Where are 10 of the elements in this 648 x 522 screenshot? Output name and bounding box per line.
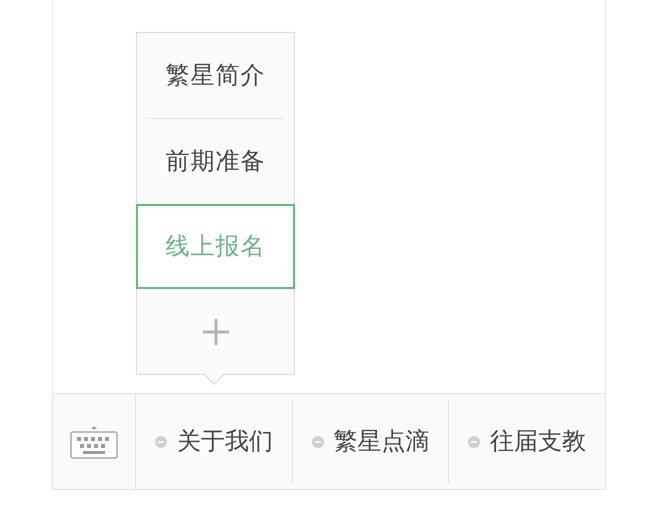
menu-item[interactable]: 往届支教: [449, 400, 606, 483]
keyboard-icon[interactable]: [70, 424, 118, 458]
submenu-item[interactable]: 繁星简介: [138, 33, 293, 118]
plus-icon: [202, 318, 230, 346]
remove-icon: [468, 436, 480, 448]
menu-item[interactable]: 繁星点滴: [292, 400, 450, 483]
remove-icon: [312, 436, 324, 448]
submenu-item[interactable]: 前期准备: [138, 119, 293, 204]
menu-item[interactable]: 关于我们: [136, 400, 293, 483]
remove-icon: [154, 436, 167, 448]
